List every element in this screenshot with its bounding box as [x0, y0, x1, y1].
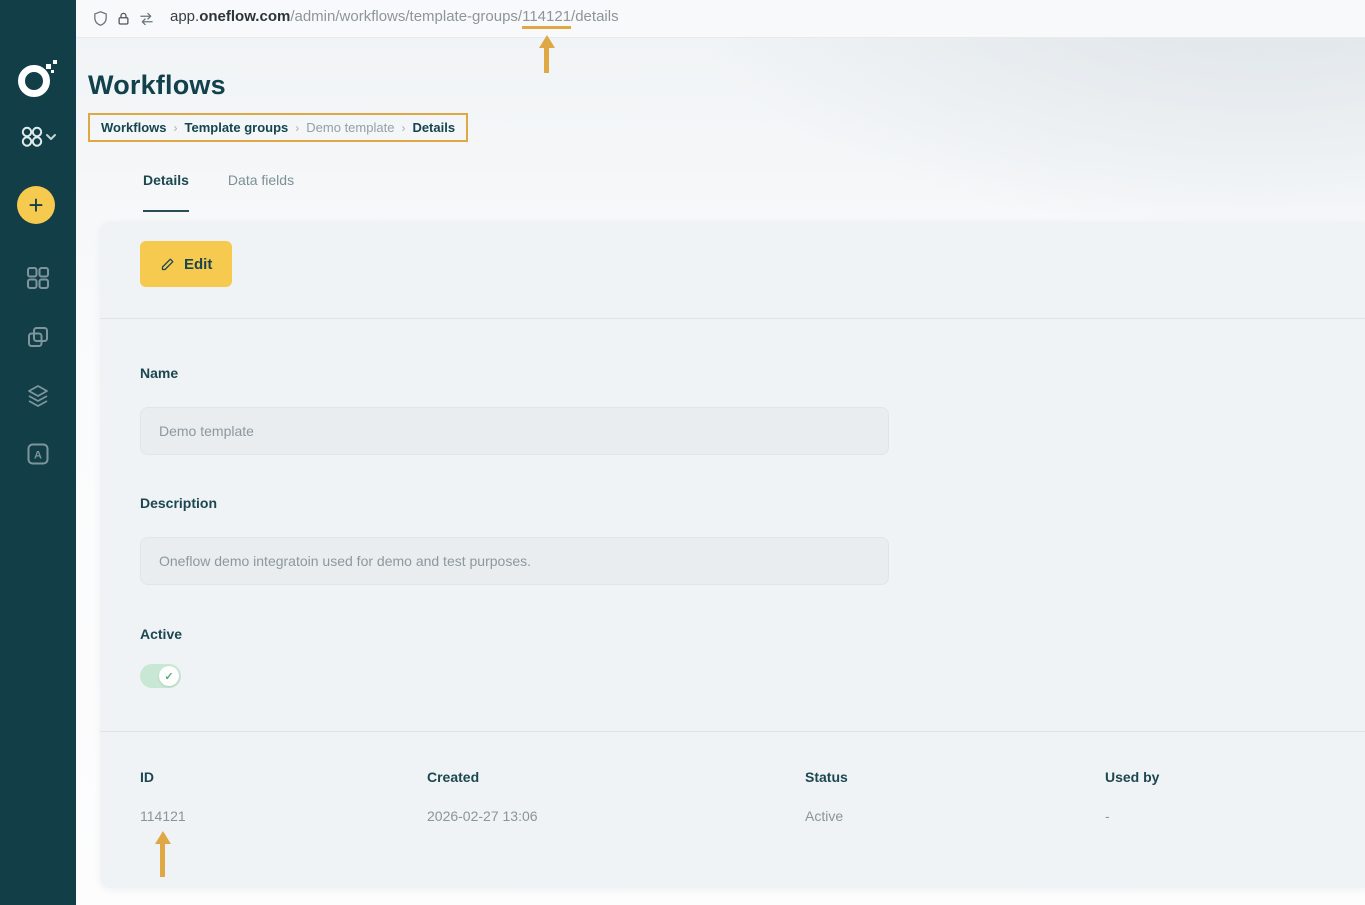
- shield-icon[interactable]: [92, 10, 109, 27]
- active-toggle[interactable]: ✓: [140, 664, 181, 688]
- name-label: Name: [140, 365, 179, 381]
- sidebar-item-apps[interactable]: [0, 264, 76, 292]
- oneflow-logo-icon: [18, 60, 57, 97]
- breadcrumb-separator: ›: [401, 120, 406, 135]
- divider: [100, 318, 1365, 319]
- browser-address-bar: app. oneflow.com/admin/workflows/template…: [76, 0, 1365, 73]
- breadcrumb-item-details[interactable]: Details: [412, 120, 455, 135]
- meta-value-status: Active: [805, 808, 844, 824]
- plus-icon: +: [28, 190, 44, 220]
- edit-button-label: Edit: [184, 255, 213, 273]
- meta-value-created: 2026-02-27 13:06: [427, 808, 538, 824]
- chevron-down-icon: [46, 134, 56, 140]
- meta-header-id: ID: [140, 769, 154, 785]
- lock-icon[interactable]: [116, 11, 131, 27]
- description-label: Description: [140, 495, 218, 511]
- active-label: Active: [140, 626, 183, 642]
- page-title: Workflows: [88, 70, 226, 100]
- meta-header-status: Status: [805, 769, 848, 785]
- sidebar-item-layers[interactable]: [0, 382, 76, 410]
- url-template-group-id: 114121: [522, 8, 572, 73]
- meta-header-created: Created: [427, 769, 480, 785]
- layers-icon: [28, 385, 48, 407]
- meta-value-id: 114121: [140, 808, 186, 877]
- divider: [100, 731, 1365, 732]
- breadcrumb: Workflows › Template groups › Demo templ…: [88, 113, 469, 142]
- breadcrumb-separator: ›: [295, 120, 300, 135]
- details-card: Edit Name Demo template Description Onef…: [100, 222, 1365, 888]
- meta-header-used-by: Used by: [1105, 769, 1160, 785]
- screen: + A app. oneflow.com /admin/workflows/te…: [0, 0, 1365, 905]
- breadcrumb-item-template-groups[interactable]: Template groups: [185, 120, 289, 135]
- sidebar: + A: [0, 0, 76, 905]
- tab-details[interactable]: Details: [143, 172, 189, 212]
- sidebar-item-templates[interactable]: [0, 323, 76, 351]
- breadcrumb-separator: ›: [173, 120, 178, 135]
- permissions-arrows-icon[interactable]: [138, 12, 155, 26]
- name-input[interactable]: Demo template: [140, 407, 889, 455]
- annotation-arrow-table-id: [154, 831, 171, 877]
- main-content: Workflows Workflows › Template groups › …: [76, 38, 1365, 905]
- copy-templates-icon: [28, 327, 48, 347]
- edit-button[interactable]: Edit: [140, 241, 233, 287]
- url-text[interactable]: app. oneflow.com/admin/workflows/template…: [170, 8, 619, 73]
- workspace-switcher-icon: [21, 126, 56, 147]
- tab-bar: Details Data fields: [143, 172, 333, 212]
- breadcrumb-item-demo-template[interactable]: Demo template: [306, 120, 394, 135]
- apps-grid-icon: [27, 267, 49, 289]
- description-input[interactable]: Oneflow demo integratoin used for demo a…: [140, 537, 889, 585]
- breadcrumb-item-workflows[interactable]: Workflows: [101, 120, 167, 135]
- url-domain: oneflow.com: [199, 8, 291, 25]
- add-button[interactable]: +: [17, 186, 55, 224]
- url-path-after-id: /details: [571, 8, 619, 25]
- url-path-before-id: /admin/workflows/template-groups/: [290, 8, 523, 25]
- oneflow-logo[interactable]: [0, 56, 76, 100]
- sidebar-item-workspace-switcher[interactable]: [0, 120, 76, 154]
- pencil-icon: [161, 258, 174, 270]
- letter-a-icon: A: [27, 443, 49, 465]
- sidebar-item-data-fields[interactable]: A: [0, 440, 76, 468]
- url-subdomain: app.: [170, 8, 200, 25]
- meta-value-used-by: -: [1105, 808, 1110, 824]
- toggle-check-icon: ✓: [159, 666, 179, 686]
- tab-data-fields[interactable]: Data fields: [228, 172, 294, 212]
- svg-text:A: A: [34, 450, 42, 462]
